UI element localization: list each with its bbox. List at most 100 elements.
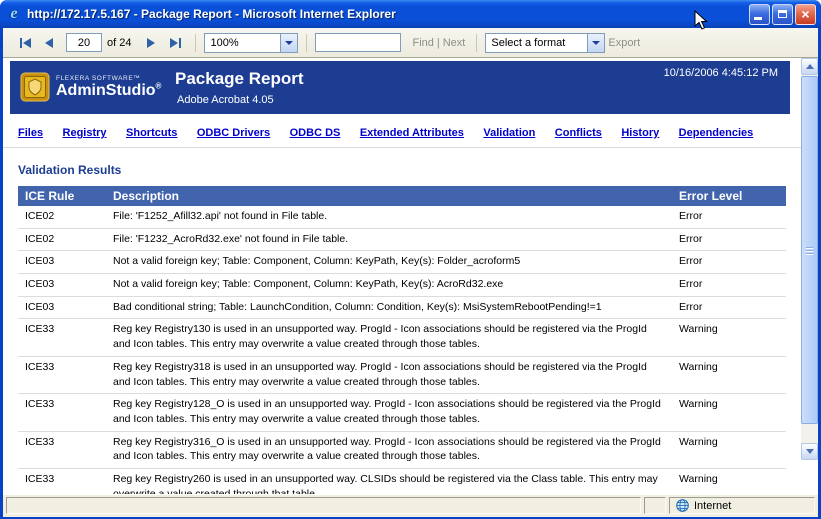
table-row: ICE33 Reg key Registry260 is used in an … (18, 468, 786, 494)
minimize-button[interactable] (749, 4, 770, 25)
maximize-icon (778, 10, 787, 18)
report-nav-link[interactable]: Files (18, 127, 43, 139)
table-row: ICE03 Not a valid foreign key; Table: Co… (18, 251, 786, 274)
report-timestamp: 10/16/2006 4:45:12 PM (664, 67, 778, 79)
report-nav: Files Registry Shortcuts ODBC Drivers OD… (3, 114, 818, 148)
validation-table: ICE Rule Description Error Level ICE02 F… (18, 186, 786, 494)
internet-globe-icon (676, 499, 689, 512)
report-header: FLEXERA SOFTWARE™ AdminStudio® Package R… (10, 61, 790, 114)
cell-error-level: Error (672, 206, 786, 228)
next-page-icon (147, 38, 155, 48)
adminstudio-logo-icon (20, 72, 50, 102)
cell-description: Reg key Registry130 is used in an unsupp… (106, 319, 672, 356)
table-row: ICE33 Reg key Registry318 is used in an … (18, 356, 786, 393)
report-nav-link[interactable]: History (621, 127, 659, 139)
cell-ice-rule: ICE03 (18, 274, 106, 297)
zoom-value: 100% (205, 34, 280, 52)
cell-error-level: Warning (672, 356, 786, 393)
first-page-button[interactable] (13, 33, 37, 53)
report-nav-link[interactable]: Shortcuts (126, 127, 177, 139)
cell-error-level: Error (672, 251, 786, 274)
cell-description: File: 'F1252_Afill32.api' not found in F… (106, 206, 672, 228)
last-page-icon (179, 38, 181, 48)
close-button[interactable]: × (795, 4, 816, 25)
scroll-up-button[interactable] (801, 58, 818, 75)
find-next-separator: | (437, 37, 440, 49)
table-row: ICE02 File: 'F1232_AcroRd32.exe' not fou… (18, 228, 786, 251)
cell-description: Bad conditional string; Table: LaunchCon… (106, 296, 672, 319)
cell-ice-rule: ICE33 (18, 394, 106, 431)
report-nav-link[interactable]: Registry (63, 127, 107, 139)
cell-description: Reg key Registry128_O is used in an unsu… (106, 394, 672, 431)
chevron-down-icon (592, 41, 600, 45)
cell-ice-rule: ICE33 (18, 431, 106, 468)
adminstudio-logo: FLEXERA SOFTWARE™ AdminStudio® (20, 72, 161, 102)
cell-ice-rule: ICE03 (18, 296, 106, 319)
table-row: ICE33 Reg key Registry316_O is used in a… (18, 431, 786, 468)
table-header-row: ICE Rule Description Error Level (18, 186, 786, 206)
export-format-select[interactable]: Select a format (485, 33, 605, 53)
report-nav-link[interactable]: ODBC DS (290, 127, 341, 139)
report-content: FLEXERA SOFTWARE™ AdminStudio® Package R… (3, 58, 818, 494)
cell-error-level: Warning (672, 431, 786, 468)
minimize-icon (754, 17, 762, 20)
brand-name-label: AdminStudio® (56, 82, 161, 100)
table-row: ICE03 Not a valid foreign key; Table: Co… (18, 274, 786, 297)
toolbar-separator (476, 34, 477, 52)
format-dropdown-button[interactable] (587, 34, 604, 52)
cell-ice-rule: ICE33 (18, 468, 106, 494)
previous-page-icon (45, 38, 53, 48)
table-row: ICE03 Bad conditional string; Table: Lau… (18, 296, 786, 319)
cell-error-level: Error (672, 228, 786, 251)
cell-description: Reg key Registry316_O is used in an unsu… (106, 431, 672, 468)
next-link[interactable]: Next (443, 37, 466, 49)
vertical-scrollbar[interactable] (801, 58, 818, 460)
report-nav-link[interactable]: Extended Attributes (360, 127, 464, 139)
next-page-button[interactable] (139, 33, 163, 53)
previous-page-button[interactable] (37, 33, 61, 53)
ie-window: e http://172.17.5.167 - Package Report -… (0, 0, 821, 519)
title-bar[interactable]: e http://172.17.5.167 - Package Report -… (0, 0, 821, 28)
zoom-select[interactable]: 100% (204, 33, 298, 53)
cell-description: Not a valid foreign key; Table: Componen… (106, 251, 672, 274)
find-link[interactable]: Find (412, 37, 433, 49)
status-bar: Internet (3, 494, 818, 517)
cell-description: File: 'F1232_AcroRd32.exe' not found in … (106, 228, 672, 251)
brand-small-label: FLEXERA SOFTWARE™ (56, 75, 161, 82)
cell-error-level: Warning (672, 319, 786, 356)
header-ice-rule: ICE Rule (18, 186, 106, 206)
toolbar-separator (195, 34, 196, 52)
status-zone-label: Internet (694, 500, 731, 512)
status-message-panel (6, 497, 641, 514)
table-row: ICE33 Reg key Registry128_O is used in a… (18, 394, 786, 431)
first-page-icon (20, 38, 22, 48)
table-row: ICE33 Reg key Registry130 is used in an … (18, 319, 786, 356)
export-format-value: Select a format (486, 34, 587, 52)
cell-description: Not a valid foreign key; Table: Componen… (106, 274, 672, 297)
scrollbar-thumb[interactable] (801, 76, 818, 424)
export-link[interactable]: Export (608, 37, 640, 49)
report-nav-link[interactable]: Validation (483, 127, 535, 139)
zoom-dropdown-button[interactable] (280, 34, 297, 52)
cell-ice-rule: ICE33 (18, 356, 106, 393)
find-input[interactable] (315, 33, 401, 52)
cell-ice-rule: ICE33 (18, 319, 106, 356)
cell-error-level: Warning (672, 468, 786, 494)
ie-icon: e (5, 5, 23, 23)
report-title: Package Report (175, 69, 304, 89)
report-nav-link[interactable]: Conflicts (555, 127, 602, 139)
header-error-level: Error Level (672, 186, 786, 206)
close-icon: × (801, 7, 809, 21)
maximize-button[interactable] (772, 4, 793, 25)
header-description: Description (106, 186, 672, 206)
cell-ice-rule: ICE03 (18, 251, 106, 274)
scroll-down-button[interactable] (801, 443, 818, 460)
status-zone-panel: Internet (669, 497, 815, 514)
cell-description: Reg key Registry260 is used in an unsupp… (106, 468, 672, 494)
report-nav-link[interactable]: Dependencies (679, 127, 754, 139)
toolbar-separator (306, 34, 307, 52)
report-nav-link[interactable]: ODBC Drivers (197, 127, 270, 139)
page-number-input[interactable] (66, 33, 102, 52)
report-toolbar: of 24 100% Find | Next Select a format E… (3, 28, 818, 58)
last-page-button[interactable] (163, 33, 187, 53)
